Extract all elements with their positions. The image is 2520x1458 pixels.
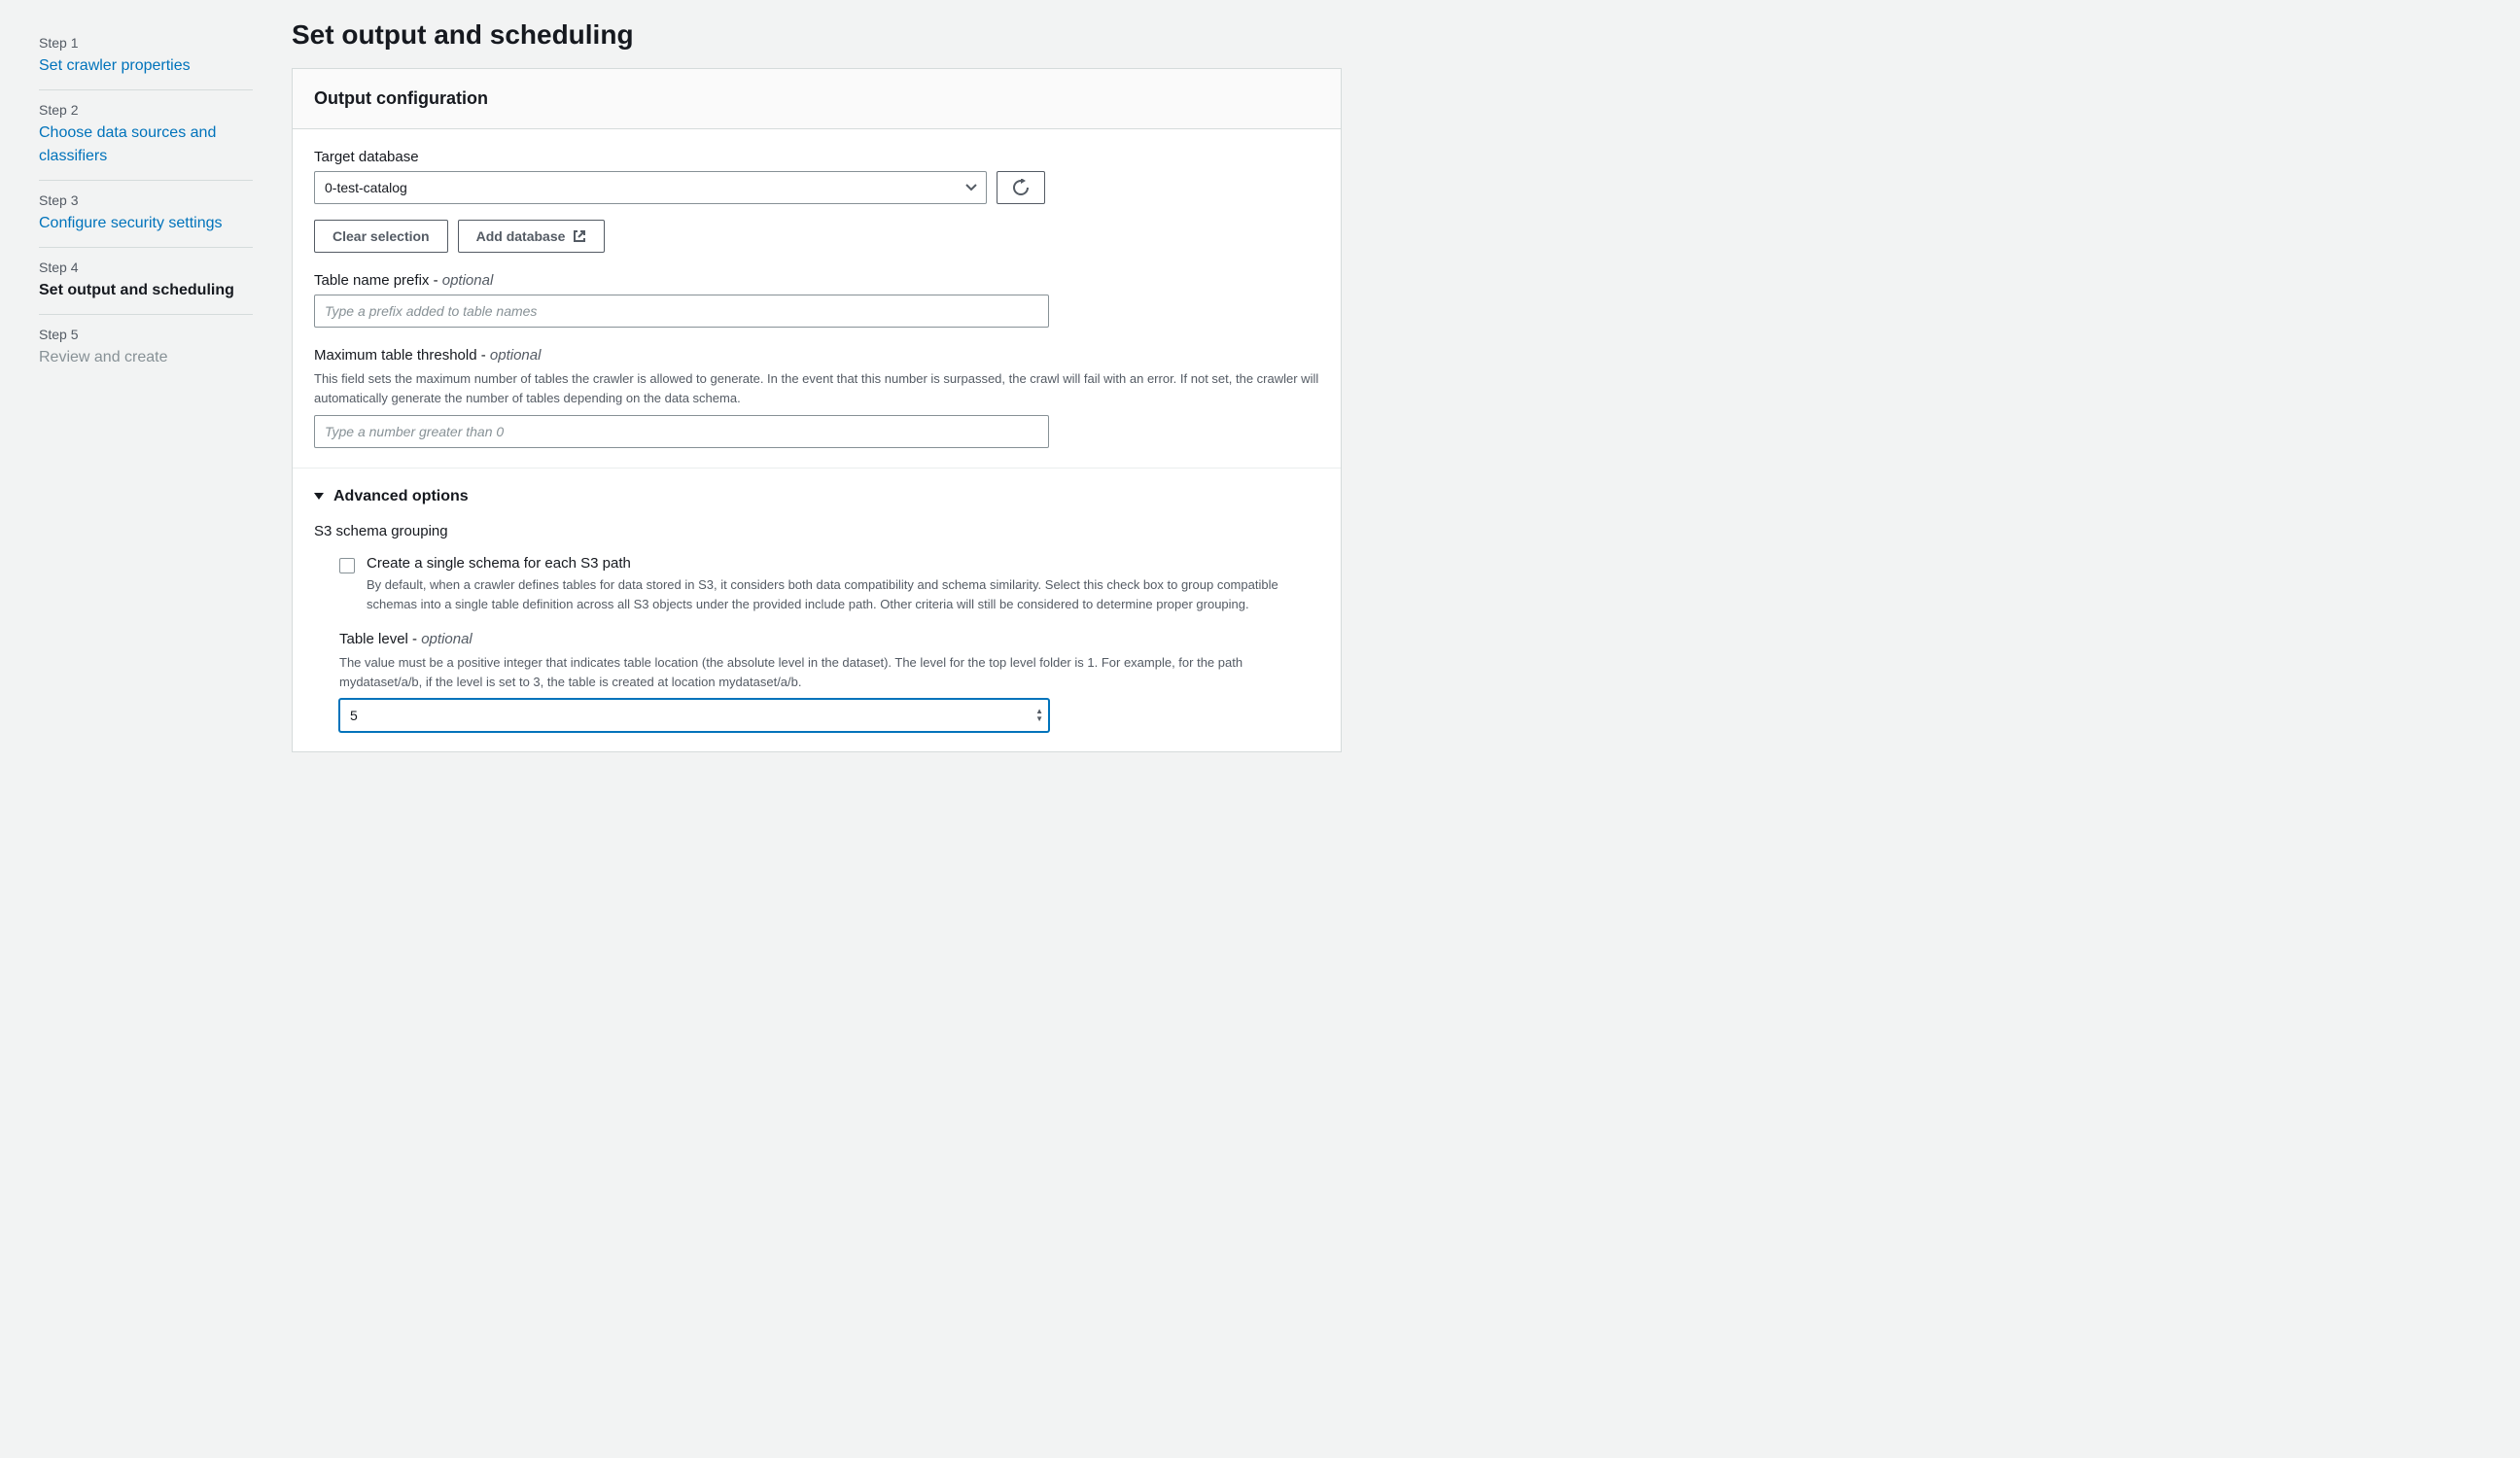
page-title: Set output and scheduling (292, 19, 1342, 51)
sidebar-step-4: Step 4 Set output and scheduling (39, 247, 253, 314)
step-label: Review and create (39, 346, 253, 369)
step-down-icon[interactable]: ▼ (1035, 715, 1043, 723)
table-prefix-field: Table name prefix - optional (314, 272, 1319, 328)
step-label: Set output and scheduling (39, 279, 253, 302)
single-schema-checkbox[interactable] (339, 558, 355, 573)
sidebar-step-2[interactable]: Step 2 Choose data sources and classifie… (39, 89, 253, 180)
single-schema-help: By default, when a crawler defines table… (367, 575, 1319, 613)
step-number: Step 5 (39, 327, 253, 342)
target-database-field: Target database 0-test-catalog (314, 149, 1319, 253)
table-level-field: Table level - optional The value must be… (314, 631, 1319, 732)
caret-down-icon (314, 493, 324, 501)
step-label[interactable]: Set crawler properties (39, 54, 253, 78)
table-prefix-input[interactable] (314, 295, 1049, 328)
panel-header: Output configuration (293, 69, 1341, 129)
single-schema-checkbox-row: Create a single schema for each S3 path … (314, 555, 1319, 613)
sidebar-step-5: Step 5 Review and create (39, 314, 253, 381)
step-number: Step 2 (39, 102, 253, 118)
advanced-options-toggle[interactable]: Advanced options (314, 488, 1319, 505)
step-number: Step 3 (39, 192, 253, 208)
refresh-icon (1012, 179, 1030, 196)
max-threshold-label: Maximum table threshold - optional (314, 347, 1319, 364)
target-database-value: 0-test-catalog (325, 180, 407, 195)
sidebar-step-1[interactable]: Step 1 Set crawler properties (39, 23, 253, 89)
number-stepper[interactable]: ▲ ▼ (1035, 708, 1043, 723)
divider (293, 468, 1341, 469)
single-schema-label: Create a single schema for each S3 path (367, 555, 1319, 572)
external-link-icon (573, 229, 586, 243)
sidebar-step-3[interactable]: Step 3 Configure security settings (39, 180, 253, 247)
step-label[interactable]: Choose data sources and classifiers (39, 122, 253, 168)
s3-schema-grouping-heading: S3 schema grouping (314, 523, 1319, 539)
target-database-select[interactable]: 0-test-catalog (314, 171, 987, 204)
output-configuration-panel: Output configuration Target database 0-t… (292, 68, 1342, 752)
panel-title: Output configuration (314, 88, 1319, 109)
step-number: Step 1 (39, 35, 253, 51)
table-level-input[interactable] (339, 699, 1049, 732)
max-threshold-input[interactable] (314, 415, 1049, 448)
main-content: Set output and scheduling Output configu… (292, 0, 1381, 1458)
table-prefix-label: Table name prefix - optional (314, 272, 1319, 289)
target-database-label: Target database (314, 149, 1319, 165)
step-label[interactable]: Configure security settings (39, 212, 253, 235)
clear-selection-button[interactable]: Clear selection (314, 220, 448, 253)
max-threshold-field: Maximum table threshold - optional This … (314, 347, 1319, 448)
add-database-button[interactable]: Add database (458, 220, 606, 253)
step-number: Step 4 (39, 260, 253, 275)
max-threshold-help: This field sets the maximum number of ta… (314, 369, 1319, 407)
wizard-sidebar: Step 1 Set crawler properties Step 2 Cho… (0, 0, 292, 1458)
table-level-label: Table level - optional (339, 631, 1319, 647)
refresh-button[interactable] (997, 171, 1045, 204)
panel-body: Target database 0-test-catalog (293, 129, 1341, 751)
table-level-help: The value must be a positive integer tha… (339, 653, 1319, 691)
